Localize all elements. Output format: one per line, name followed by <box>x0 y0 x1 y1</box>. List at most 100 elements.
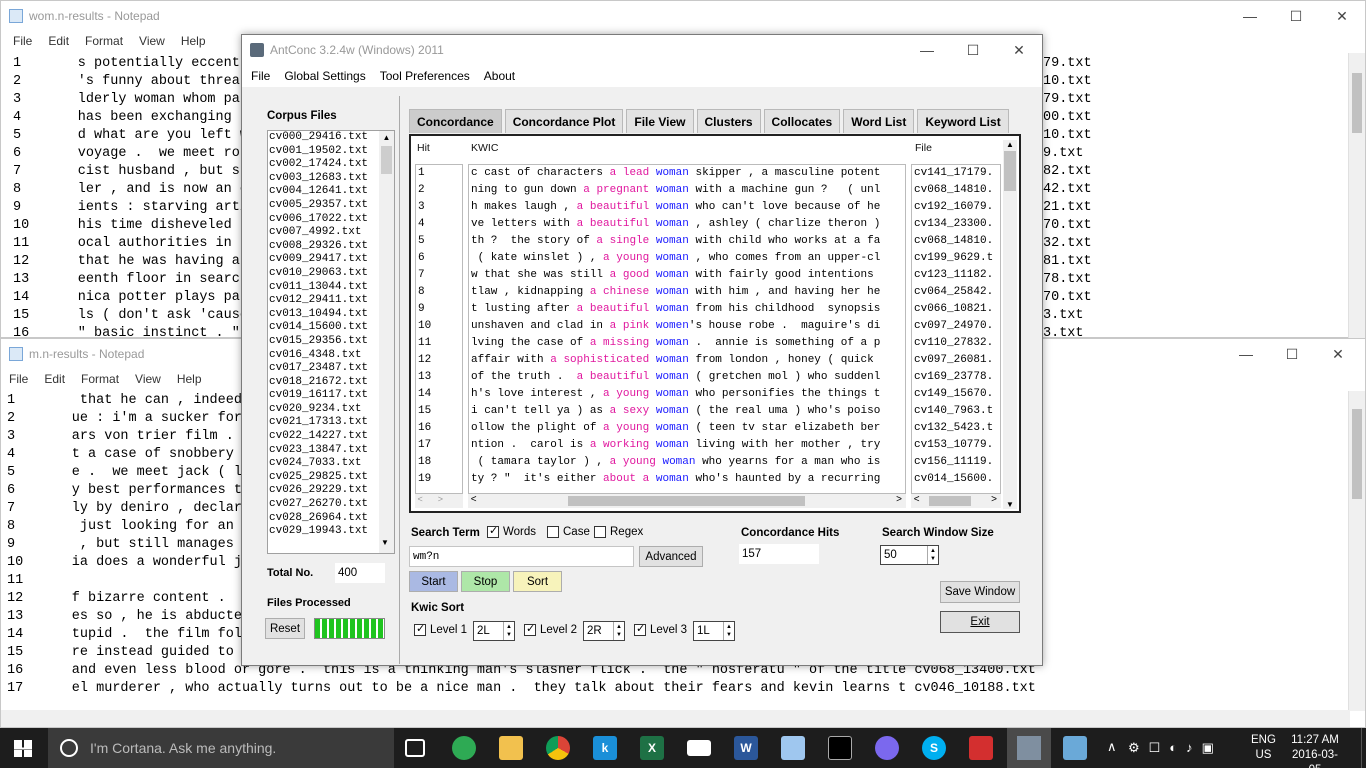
tab-file-view[interactable]: File View <box>626 109 694 133</box>
corpus-file-list[interactable]: cv000_29416.txt cv001_19502.txt cv002_1742… <box>267 130 395 554</box>
corpus-file-item[interactable]: cv020_9234.txt <box>268 403 394 417</box>
exit-button[interactable]: Exit <box>940 611 1020 633</box>
spinner-arrows-icon[interactable]: ▲ ▼ <box>723 622 734 640</box>
maximize-icon[interactable]: ☐ <box>950 35 996 65</box>
level-3-checkbox[interactable]: Level 3 <box>634 622 687 636</box>
corpus-file-item[interactable]: cv007_4992.txt <box>268 226 394 240</box>
kwic-line[interactable]: ve letters with a beautiful woman , ashl… <box>469 216 905 233</box>
kwic-line[interactable]: i can't tell ya ) as a sexy woman ( the … <box>469 403 905 420</box>
system-tray-icons[interactable]: ⚙☐◐♪▣ <box>1128 740 1223 756</box>
close-icon[interactable]: ✕ <box>1315 339 1361 369</box>
menu-item-file[interactable]: File <box>5 34 40 48</box>
corpus-file-item[interactable]: cv024_7033.txt <box>268 457 394 471</box>
minimize-icon[interactable]: — <box>904 35 950 65</box>
corpus-file-item[interactable]: cv028_26964.txt <box>268 512 394 526</box>
file-name[interactable]: cv068_14810. <box>912 233 1000 250</box>
maximize-icon[interactable]: ☐ <box>1269 339 1315 369</box>
file-name[interactable]: cv169_23778. <box>912 369 1000 386</box>
antconc-titlebar[interactable]: AntConc 3.2.4w (Windows) 2011 — ☐ ✕ <box>242 35 1042 65</box>
file-name[interactable]: cv192_16079. <box>912 199 1000 216</box>
sort-button[interactable]: Sort <box>513 571 562 592</box>
corpus-file-item[interactable]: cv006_17022.txt <box>268 213 394 227</box>
file-column[interactable]: cv141_17179. cv068_14810. cv192_16079. cv13… <box>911 164 1001 494</box>
concordance-vscrollbar[interactable]: ▲ ▼ <box>1003 140 1017 509</box>
notepad-1-scrollbar[interactable] <box>1348 53 1365 338</box>
task-view-icon[interactable] <box>405 739 425 757</box>
file-name[interactable]: cv066_10821. <box>912 301 1000 318</box>
corpus-file-item[interactable]: cv015_29356.txt <box>268 335 394 349</box>
corpus-file-item[interactable]: cv016_4348.txt <box>268 349 394 363</box>
close-icon[interactable]: ✕ <box>1319 1 1365 31</box>
minimize-icon[interactable]: — <box>1223 339 1269 369</box>
app-green-logo-icon[interactable] <box>452 736 476 760</box>
antconc-taskbar-active[interactable] <box>1007 728 1051 768</box>
file-name[interactable]: cv123_11182. <box>912 267 1000 284</box>
advanced-button[interactable]: Advanced <box>639 546 703 567</box>
menu-item-edit[interactable]: Edit <box>40 34 77 48</box>
kwic-line[interactable]: ( tamara taylor ) , a young woman who ye… <box>469 454 905 471</box>
kwic-column[interactable]: c cast of characters a lead woman skippe… <box>468 164 906 494</box>
file-name[interactable]: cv068_14810. <box>912 182 1000 199</box>
corpus-file-item[interactable]: cv004_12641.txt <box>268 185 394 199</box>
notepad-2-scrollbar[interactable] <box>1348 391 1365 711</box>
file-explorer-icon[interactable] <box>499 736 523 760</box>
hit-hscrollbar[interactable]: < > <box>415 494 463 508</box>
corpus-file-item[interactable]: cv021_17313.txt <box>268 416 394 430</box>
corpus-file-item[interactable]: cv001_19502.txt <box>268 145 394 159</box>
corpus-file-item[interactable]: cv014_15600.txt <box>268 321 394 335</box>
kwic-line[interactable]: h's love interest , a young woman who pe… <box>469 386 905 403</box>
start-button[interactable]: Start <box>409 571 458 592</box>
menu-item-about[interactable]: About <box>475 69 520 83</box>
kwic-line[interactable]: affair with a sophisticated woman from l… <box>469 352 905 369</box>
tab-clusters[interactable]: Clusters <box>696 109 761 133</box>
corpus-file-item[interactable]: cv013_10494.txt <box>268 308 394 322</box>
hit-column[interactable]: 1 2 3 4 5 6 7 8 9 10 11 12 13 14 15 16 17 18 19 <box>415 164 463 494</box>
corpus-file-item[interactable]: cv009_29417.txt <box>268 253 394 267</box>
notepad-1-text[interactable]: 1 s potentially eccentr 2 's funny about … <box>13 55 248 343</box>
corpus-file-item[interactable]: cv023_13847.txt <box>268 444 394 458</box>
level-3-spinner[interactable]: 1L ▲ ▼ <box>693 621 735 641</box>
corpus-file-item[interactable]: cv002_17424.txt <box>268 158 394 172</box>
tab-collocates[interactable]: Collocates <box>763 109 841 133</box>
corpus-file-item[interactable]: cv029_19943.txt <box>268 525 394 539</box>
kwic-line[interactable]: ntion . carol is a working woman living … <box>469 437 905 454</box>
notepad-1-titlebar[interactable]: wom.n-results - Notepad <box>1 1 1365 31</box>
command-prompt-icon[interactable] <box>828 736 852 760</box>
words-checkbox[interactable]: Words <box>487 524 536 538</box>
language-indicator[interactable]: ENG US <box>1251 733 1276 763</box>
corpus-file-item[interactable]: cv010_29063.txt <box>268 267 394 281</box>
corpus-file-item[interactable]: cv027_26270.txt <box>268 498 394 512</box>
kwic-hscrollbar[interactable]: < > <box>468 494 906 508</box>
file-hscrollbar[interactable]: < > <box>911 494 1001 508</box>
kwic-line[interactable]: ning to gun down a pregnant woman with a… <box>469 182 905 199</box>
kwic-line[interactable]: tlaw , kidnapping a chinese woman with h… <box>469 284 905 301</box>
tab-word-list[interactable]: Word List <box>843 109 915 133</box>
file-column-header[interactable]: File <box>915 142 932 154</box>
windows-start-icon-grid[interactable] <box>14 740 32 757</box>
corpus-file-item[interactable]: cv022_14227.txt <box>268 430 394 444</box>
word-icon[interactable]: W <box>734 736 758 760</box>
regex-checkbox[interactable]: Regex <box>594 526 643 538</box>
tab-concordance[interactable]: Concordance <box>409 109 502 133</box>
file-name[interactable]: cv014_15600. <box>912 471 1000 488</box>
search-term-input[interactable]: wm?n <box>409 546 634 567</box>
search-window-size-spinner[interactable]: 50 ▲ ▼ <box>880 545 939 565</box>
save-window-button[interactable]: Save Window <box>940 581 1020 603</box>
file-name[interactable]: cv097_24970. <box>912 318 1000 335</box>
kwic-line[interactable]: c cast of characters a lead woman skippe… <box>469 165 905 182</box>
antconc-window[interactable]: AntConc 3.2.4w (Windows) 2011 — ☐ ✕ File Gl… <box>241 34 1043 666</box>
kwic-line[interactable]: h makes laugh , a beautiful woman who ca… <box>469 199 905 216</box>
skype-icon[interactable]: S <box>922 736 946 760</box>
corpus-file-item[interactable]: cv011_13044.txt <box>268 281 394 295</box>
corpus-file-item[interactable]: cv012_29411.txt <box>268 294 394 308</box>
corpus-file-item[interactable]: cv000_29416.txt <box>268 131 394 145</box>
level-2-spinner[interactable]: 2R ▲ ▼ <box>583 621 625 641</box>
corpus-file-item[interactable]: cv019_16117.txt <box>268 389 394 403</box>
menu-item-tool-preferences[interactable]: Tool Preferences <box>371 69 475 83</box>
show-hidden-icons-icon[interactable]: ∧ <box>1107 739 1117 755</box>
file-name[interactable]: cv199_9629.t <box>912 250 1000 267</box>
reset-button[interactable]: Reset <box>265 618 305 639</box>
corpus-file-item[interactable]: cv026_29229.txt <box>268 484 394 498</box>
k-app-icon[interactable]: k <box>593 736 617 760</box>
menu-item-edit[interactable]: Edit <box>36 372 73 386</box>
